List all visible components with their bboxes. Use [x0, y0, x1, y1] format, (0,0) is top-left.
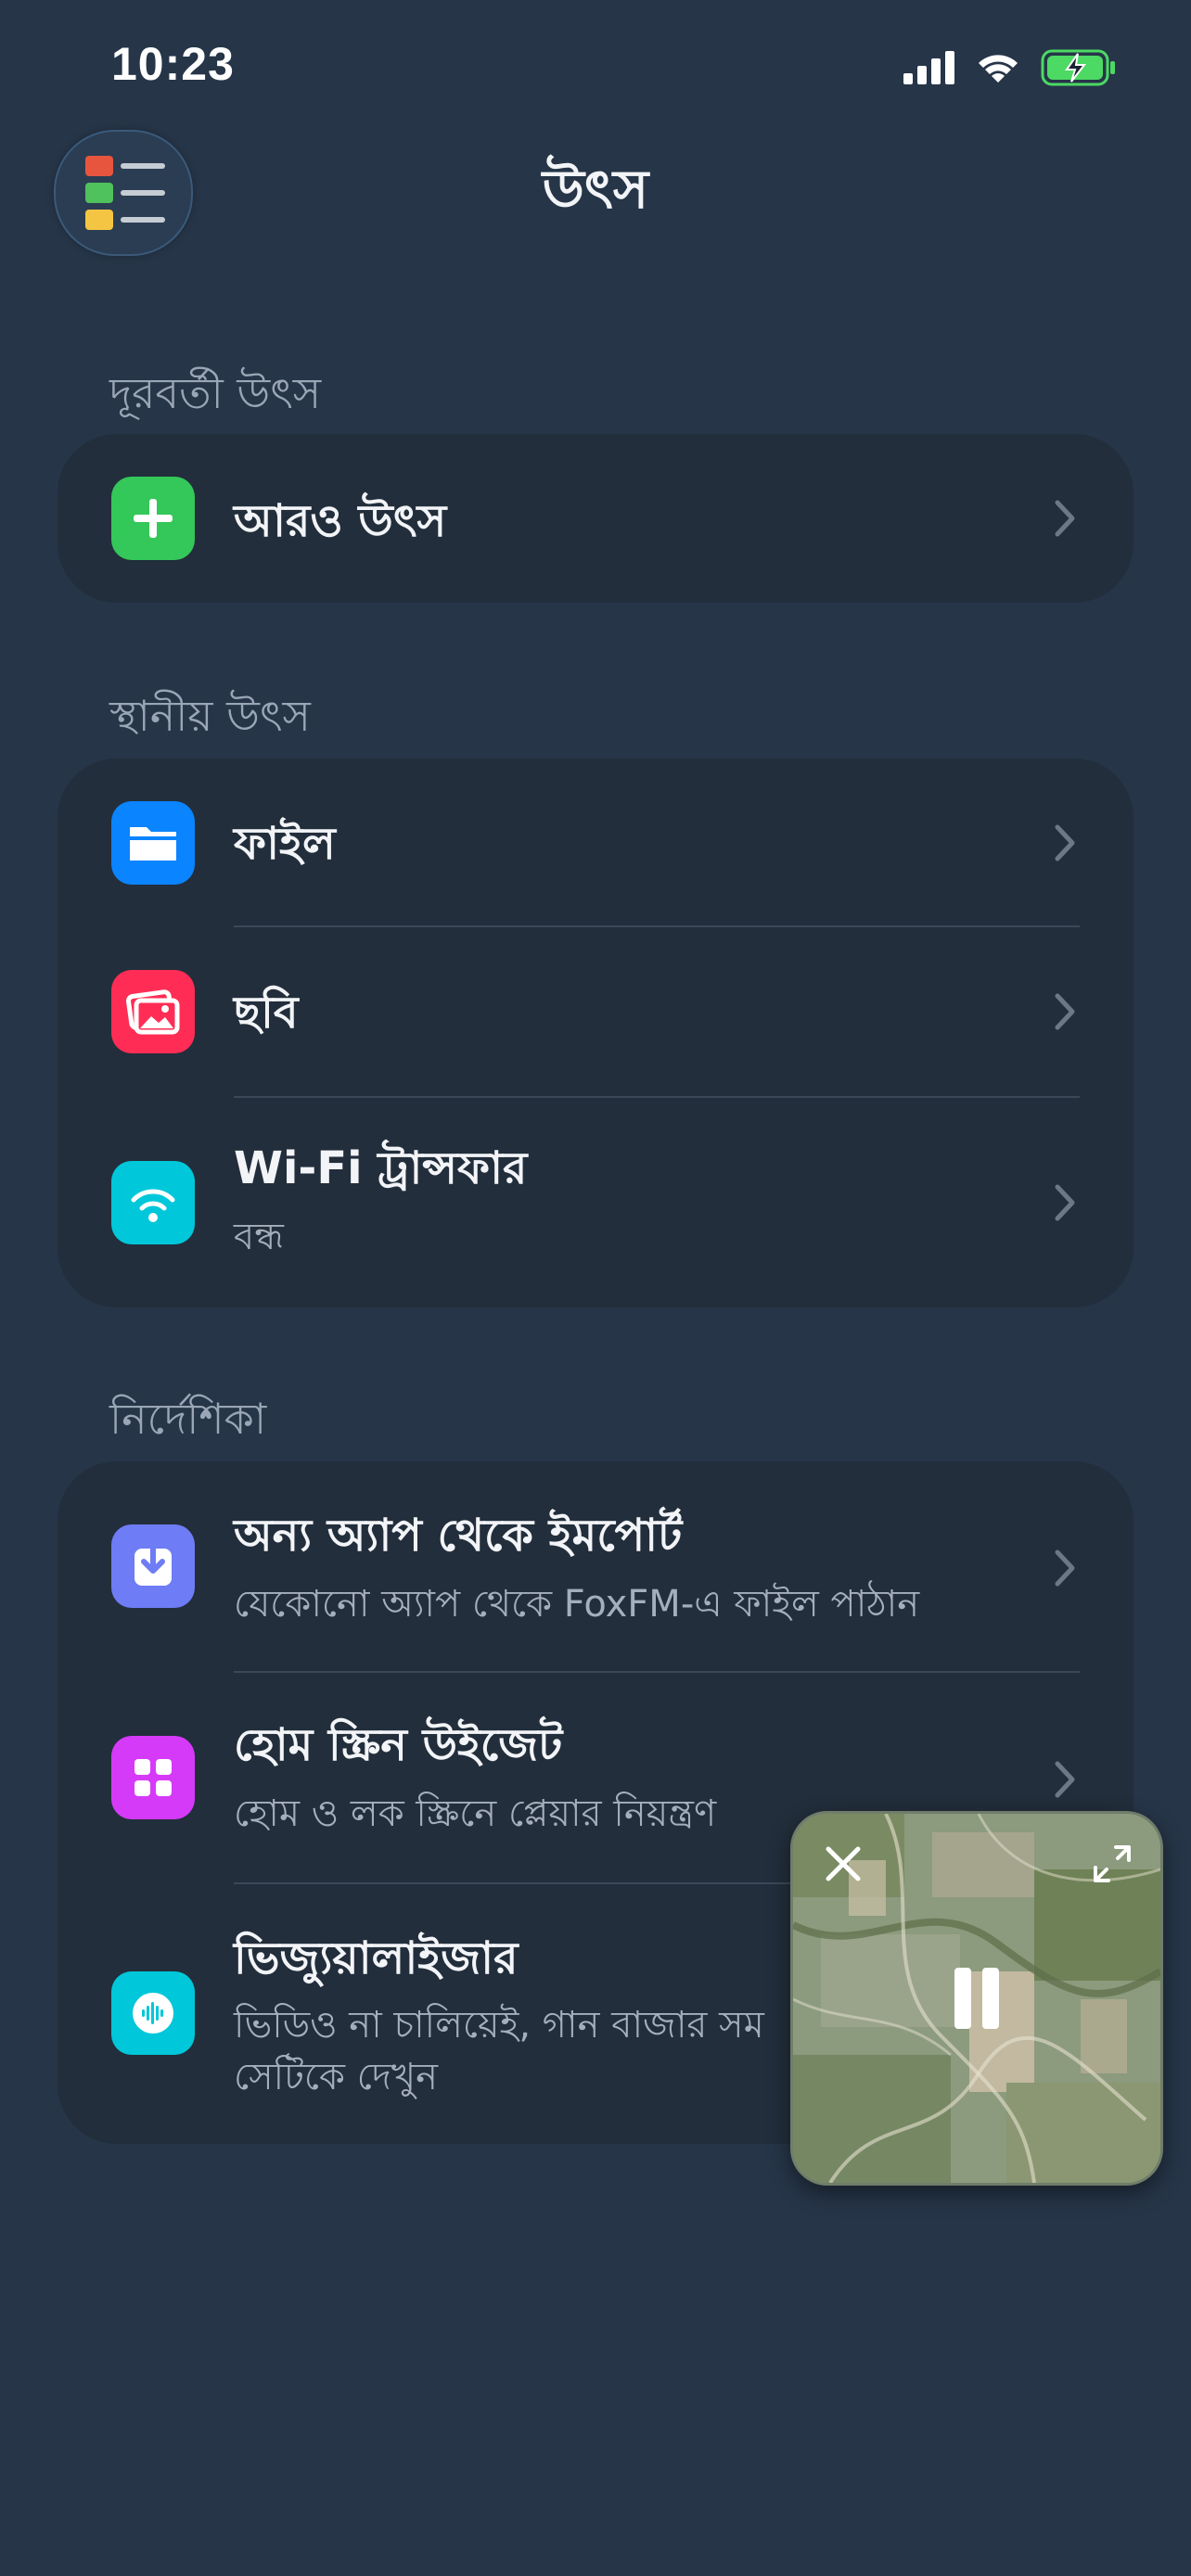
chevron-right-icon — [1055, 824, 1075, 861]
waveform-icon — [111, 1971, 195, 2055]
page-title: উৎস — [542, 158, 649, 221]
item-label: ছবি — [234, 987, 299, 1039]
local-sources-card: ফাইল ছবি Wi-Fi ট্রান্সফার বন্ধ — [58, 759, 1133, 1307]
item-subtitle: হোম ও লক স্ক্রিনে প্লেয়ার নিয়ন্ত্রণ — [234, 1792, 717, 1835]
photos-icon — [111, 970, 195, 1053]
battery-charging-icon — [1041, 49, 1115, 86]
close-icon[interactable] — [823, 1843, 864, 1884]
list-item-import[interactable]: অন্য অ্যাপ থেকে ইমপোর্ট যেকোনো অ্যাপ থেক… — [58, 1461, 1133, 1671]
expand-icon[interactable] — [1090, 1842, 1134, 1886]
item-label: ফাইল — [234, 818, 336, 870]
pause-icon[interactable] — [949, 1966, 1005, 2031]
list-item-photos[interactable]: ছবি — [58, 927, 1133, 1098]
item-label: হোম স্ক্রিন উইজেট — [234, 1719, 563, 1771]
remote-sources-card: আরও উৎস — [58, 434, 1133, 603]
folder-icon — [111, 801, 195, 885]
pip-video-player[interactable] — [790, 1811, 1163, 2186]
chevron-right-icon — [1055, 1549, 1075, 1587]
list-item-wifi-transfer[interactable]: Wi-Fi ট্রান্সফার বন্ধ — [58, 1098, 1133, 1307]
plus-icon — [111, 477, 195, 560]
item-label: Wi-Fi ট্রান্সফার — [234, 1142, 528, 1194]
chevron-right-icon — [1055, 993, 1075, 1030]
status-icons — [903, 45, 1117, 91]
chevron-right-icon — [1055, 1184, 1075, 1221]
list-item-files[interactable]: ফাইল — [58, 759, 1133, 927]
item-label: ভিজ্যুয়ালাইজার — [234, 1932, 519, 1984]
section-heading-guide: নির্দেশিকা — [109, 1394, 267, 1444]
list-item-more-sources[interactable]: আরও উৎস — [58, 434, 1133, 603]
import-icon — [111, 1524, 195, 1608]
section-heading-remote: দূরবর্তী উৎস — [109, 368, 322, 418]
item-label: আরও উৎস — [234, 495, 447, 547]
item-subtitle: বন্ধ — [234, 1216, 284, 1258]
item-label: অন্য অ্যাপ থেকে ইমপোর্ট — [234, 1510, 683, 1562]
status-time: 10:23 — [111, 38, 235, 90]
chevron-right-icon — [1055, 1761, 1075, 1798]
signal-icon — [903, 51, 954, 84]
widget-grid-icon — [111, 1736, 195, 1819]
item-subtitle: যেকোনো অ্যাপ থেকে FoxFM-এ ফাইল পাঠান — [234, 1583, 920, 1626]
section-heading-local: স্থানীয় উৎস — [109, 691, 311, 741]
wifi-status-icon — [979, 55, 1018, 83]
item-subtitle-line2: সেটিকে দেখুন — [234, 2056, 439, 2098]
chevron-right-icon — [1055, 500, 1075, 537]
wifi-icon — [111, 1161, 195, 1244]
